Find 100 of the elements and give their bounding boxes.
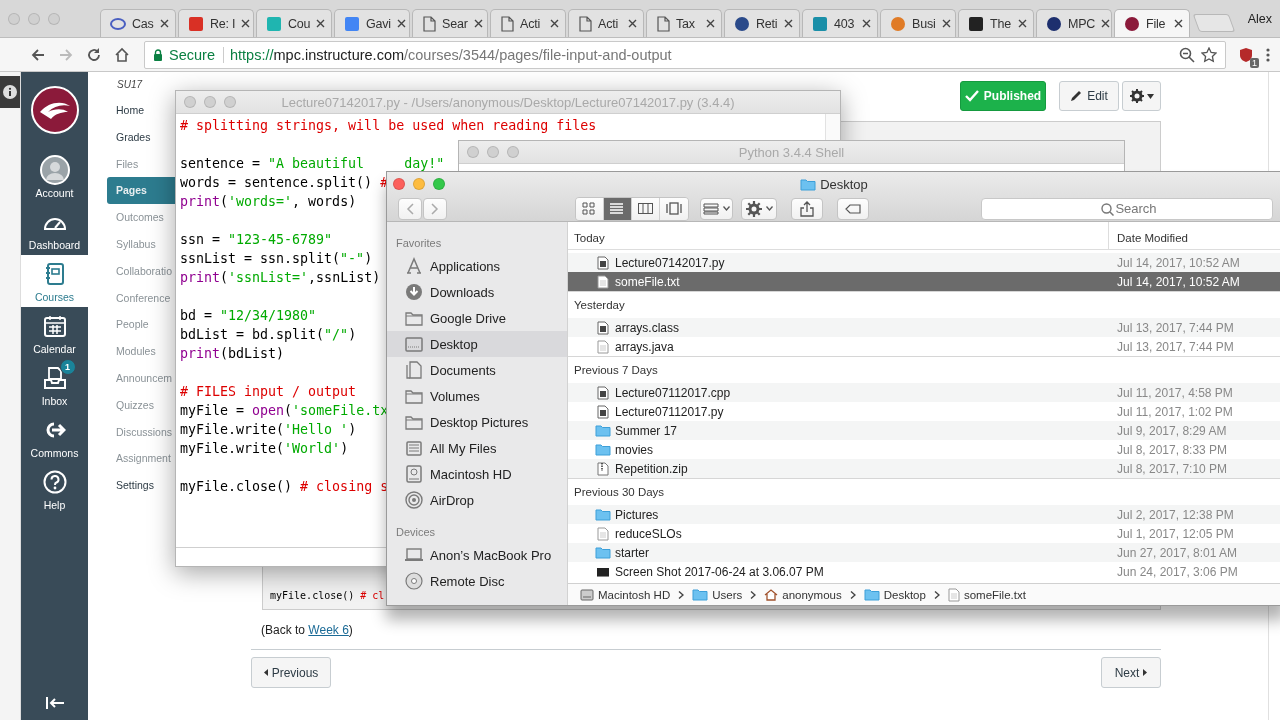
file-row[interactable]: Summer 17 Jul 9, 2017, 8:29 AM [568, 421, 1280, 440]
file-row[interactable]: Pictures Jul 2, 2017, 12:38 PM [568, 505, 1280, 524]
file-row[interactable]: Repetition.zip Jul 8, 2017, 7:10 PM [568, 459, 1280, 478]
browser-tab[interactable]: Gavi [334, 9, 410, 37]
course-nav-link[interactable]: Pages [107, 177, 175, 205]
file-row[interactable]: starter Jun 27, 2017, 8:01 AM [568, 543, 1280, 562]
file-stack-icon [405, 439, 423, 457]
file-name: Lecture07112017.py [615, 404, 724, 419]
nav-item[interactable]: Commons [21, 411, 88, 463]
sidebar-item[interactable]: Remote Disc [387, 568, 567, 594]
minimize-button[interactable] [413, 178, 425, 190]
nav-item[interactable]: Courses [21, 255, 88, 307]
zoom-button[interactable] [433, 178, 445, 190]
close-icon [1174, 19, 1183, 28]
path-item[interactable]: Users [692, 588, 743, 601]
minimize-button[interactable] [204, 96, 216, 108]
browser-tab[interactable]: Re: I [178, 9, 254, 37]
zoom-button[interactable] [224, 96, 236, 108]
browser-tab[interactable]: File [1114, 9, 1190, 37]
week-link[interactable]: Week 6 [308, 623, 349, 637]
column-header[interactable]: Date Modified [1108, 222, 1280, 249]
browser-tab[interactable]: 403 [802, 9, 878, 37]
columns-icon [637, 202, 654, 215]
browser-tab[interactable]: Reti [724, 9, 800, 37]
sidebar-item[interactable]: Volumes [387, 383, 567, 409]
file-row[interactable]: Lecture07112017.py Jul 11, 2017, 1:02 PM [568, 402, 1280, 421]
view-button[interactable] [576, 197, 604, 220]
sidebar-item[interactable]: Anon’s MacBook Pro [387, 542, 567, 568]
browser-tab[interactable]: Cou [256, 9, 332, 37]
file-row[interactable]: Lecture07112017.cpp Jul 11, 2017, 4:58 PM [568, 383, 1280, 402]
view-button[interactable] [604, 197, 632, 220]
zoom-button[interactable] [507, 146, 519, 158]
zoom-button[interactable] [48, 13, 60, 25]
sidebar-item[interactable]: Google Drive [387, 305, 567, 331]
minimize-button[interactable] [28, 13, 40, 25]
file-name: arrays.class [615, 320, 679, 335]
close-button[interactable] [8, 13, 20, 25]
browser-tab[interactable]: The [958, 9, 1034, 37]
settings-button[interactable] [1122, 81, 1161, 111]
sidebar-item[interactable]: Desktop [387, 331, 567, 357]
nav-item[interactable]: Help [21, 463, 88, 515]
course-nav-link[interactable]: Grades [107, 123, 175, 151]
sidebar-item[interactable]: Downloads [387, 279, 567, 305]
previous-button[interactable]: Previous [251, 657, 331, 688]
path-item[interactable]: Desktop [863, 588, 926, 601]
course-nav-link[interactable]: Settings [107, 472, 175, 499]
sidebar-item[interactable]: Applications [387, 253, 567, 279]
sidebar-item[interactable]: Documents [387, 357, 567, 383]
browser-tab[interactable]: Tax [646, 9, 722, 37]
next-button[interactable]: Next [1101, 657, 1161, 688]
nav-item[interactable]: Dashboard [21, 203, 88, 255]
extension-button[interactable]: 1 [1236, 44, 1256, 65]
browser-tab[interactable]: Busi [880, 9, 956, 37]
chevron-icon [750, 590, 757, 599]
profile-name[interactable]: Alex [1247, 12, 1272, 26]
edit-button[interactable]: Edit [1059, 81, 1119, 111]
browser-tab[interactable]: MPC [1036, 9, 1112, 37]
file-name: Screen Shot 2017-06-24 at 3.06.07 PM [615, 564, 824, 579]
path-item[interactable]: someFile.txt [947, 587, 1026, 602]
course-nav-link[interactable]: Home [107, 97, 175, 124]
minimize-button[interactable] [487, 146, 499, 158]
file-row[interactable]: Lecture07142017.py Jul 14, 2017, 10:52 AM [568, 253, 1280, 272]
sidebar-item[interactable]: AirDrop [387, 487, 567, 513]
tag-button[interactable] [837, 197, 869, 220]
close-button[interactable] [467, 146, 479, 158]
sidebar-item[interactable]: Macintosh HD [387, 461, 567, 487]
file-row[interactable]: arrays.java Jul 13, 2017, 7:44 PM [568, 337, 1280, 356]
browser-tab[interactable]: Cas [100, 9, 176, 37]
path-item[interactable]: anonymous [764, 588, 842, 601]
search-field[interactable]: Search [981, 197, 1273, 220]
action-button[interactable] [741, 197, 777, 220]
share-button[interactable] [791, 197, 823, 220]
address-bar[interactable]: Secure https://mpc.instructure.com/courses/3544/pages/file-input-and-output [144, 40, 1226, 69]
close-button[interactable] [184, 96, 196, 108]
close-button[interactable] [393, 178, 405, 190]
new-tab-button[interactable] [1192, 14, 1236, 32]
file-row[interactable]: movies Jul 8, 2017, 8:33 PM [568, 440, 1280, 459]
forward-button[interactable] [423, 197, 447, 220]
browser-tab[interactable]: Acti [490, 9, 566, 37]
browser-tab[interactable]: Sear [412, 9, 488, 37]
documents-icon [405, 361, 423, 379]
arrange-button[interactable] [700, 197, 733, 220]
scrollbar[interactable] [825, 114, 840, 140]
file-row[interactable]: someFile.txt Jul 14, 2017, 10:52 AM [568, 272, 1280, 291]
file-row[interactable]: arrays.class Jul 13, 2017, 7:44 PM [568, 318, 1280, 337]
file-row[interactable]: reduceSLOs Jul 1, 2017, 12:05 PM [568, 524, 1280, 543]
view-button[interactable] [660, 197, 688, 220]
nav-item[interactable]: Account [21, 151, 88, 203]
file-row[interactable]: Screen Shot 2017-06-24 at 3.06.07 PM Jun 24, 2017, 3:06 PM [568, 562, 1280, 581]
file-name: starter [615, 545, 649, 560]
nav-item[interactable]: Calendar [21, 307, 88, 359]
file-name: Pictures [615, 507, 659, 522]
sidebar-item[interactable]: Desktop Pictures [387, 409, 567, 435]
browser-tab[interactable]: Acti [568, 9, 644, 37]
nav-item[interactable]: 1 Inbox [21, 359, 88, 411]
path-item[interactable]: Macintosh HD [580, 587, 671, 602]
view-button[interactable] [632, 197, 660, 220]
sidebar-item[interactable]: All My Files [387, 435, 567, 461]
file-name: Lecture07112017.cpp [615, 385, 731, 400]
code-line: # FILES input / output [180, 383, 357, 401]
